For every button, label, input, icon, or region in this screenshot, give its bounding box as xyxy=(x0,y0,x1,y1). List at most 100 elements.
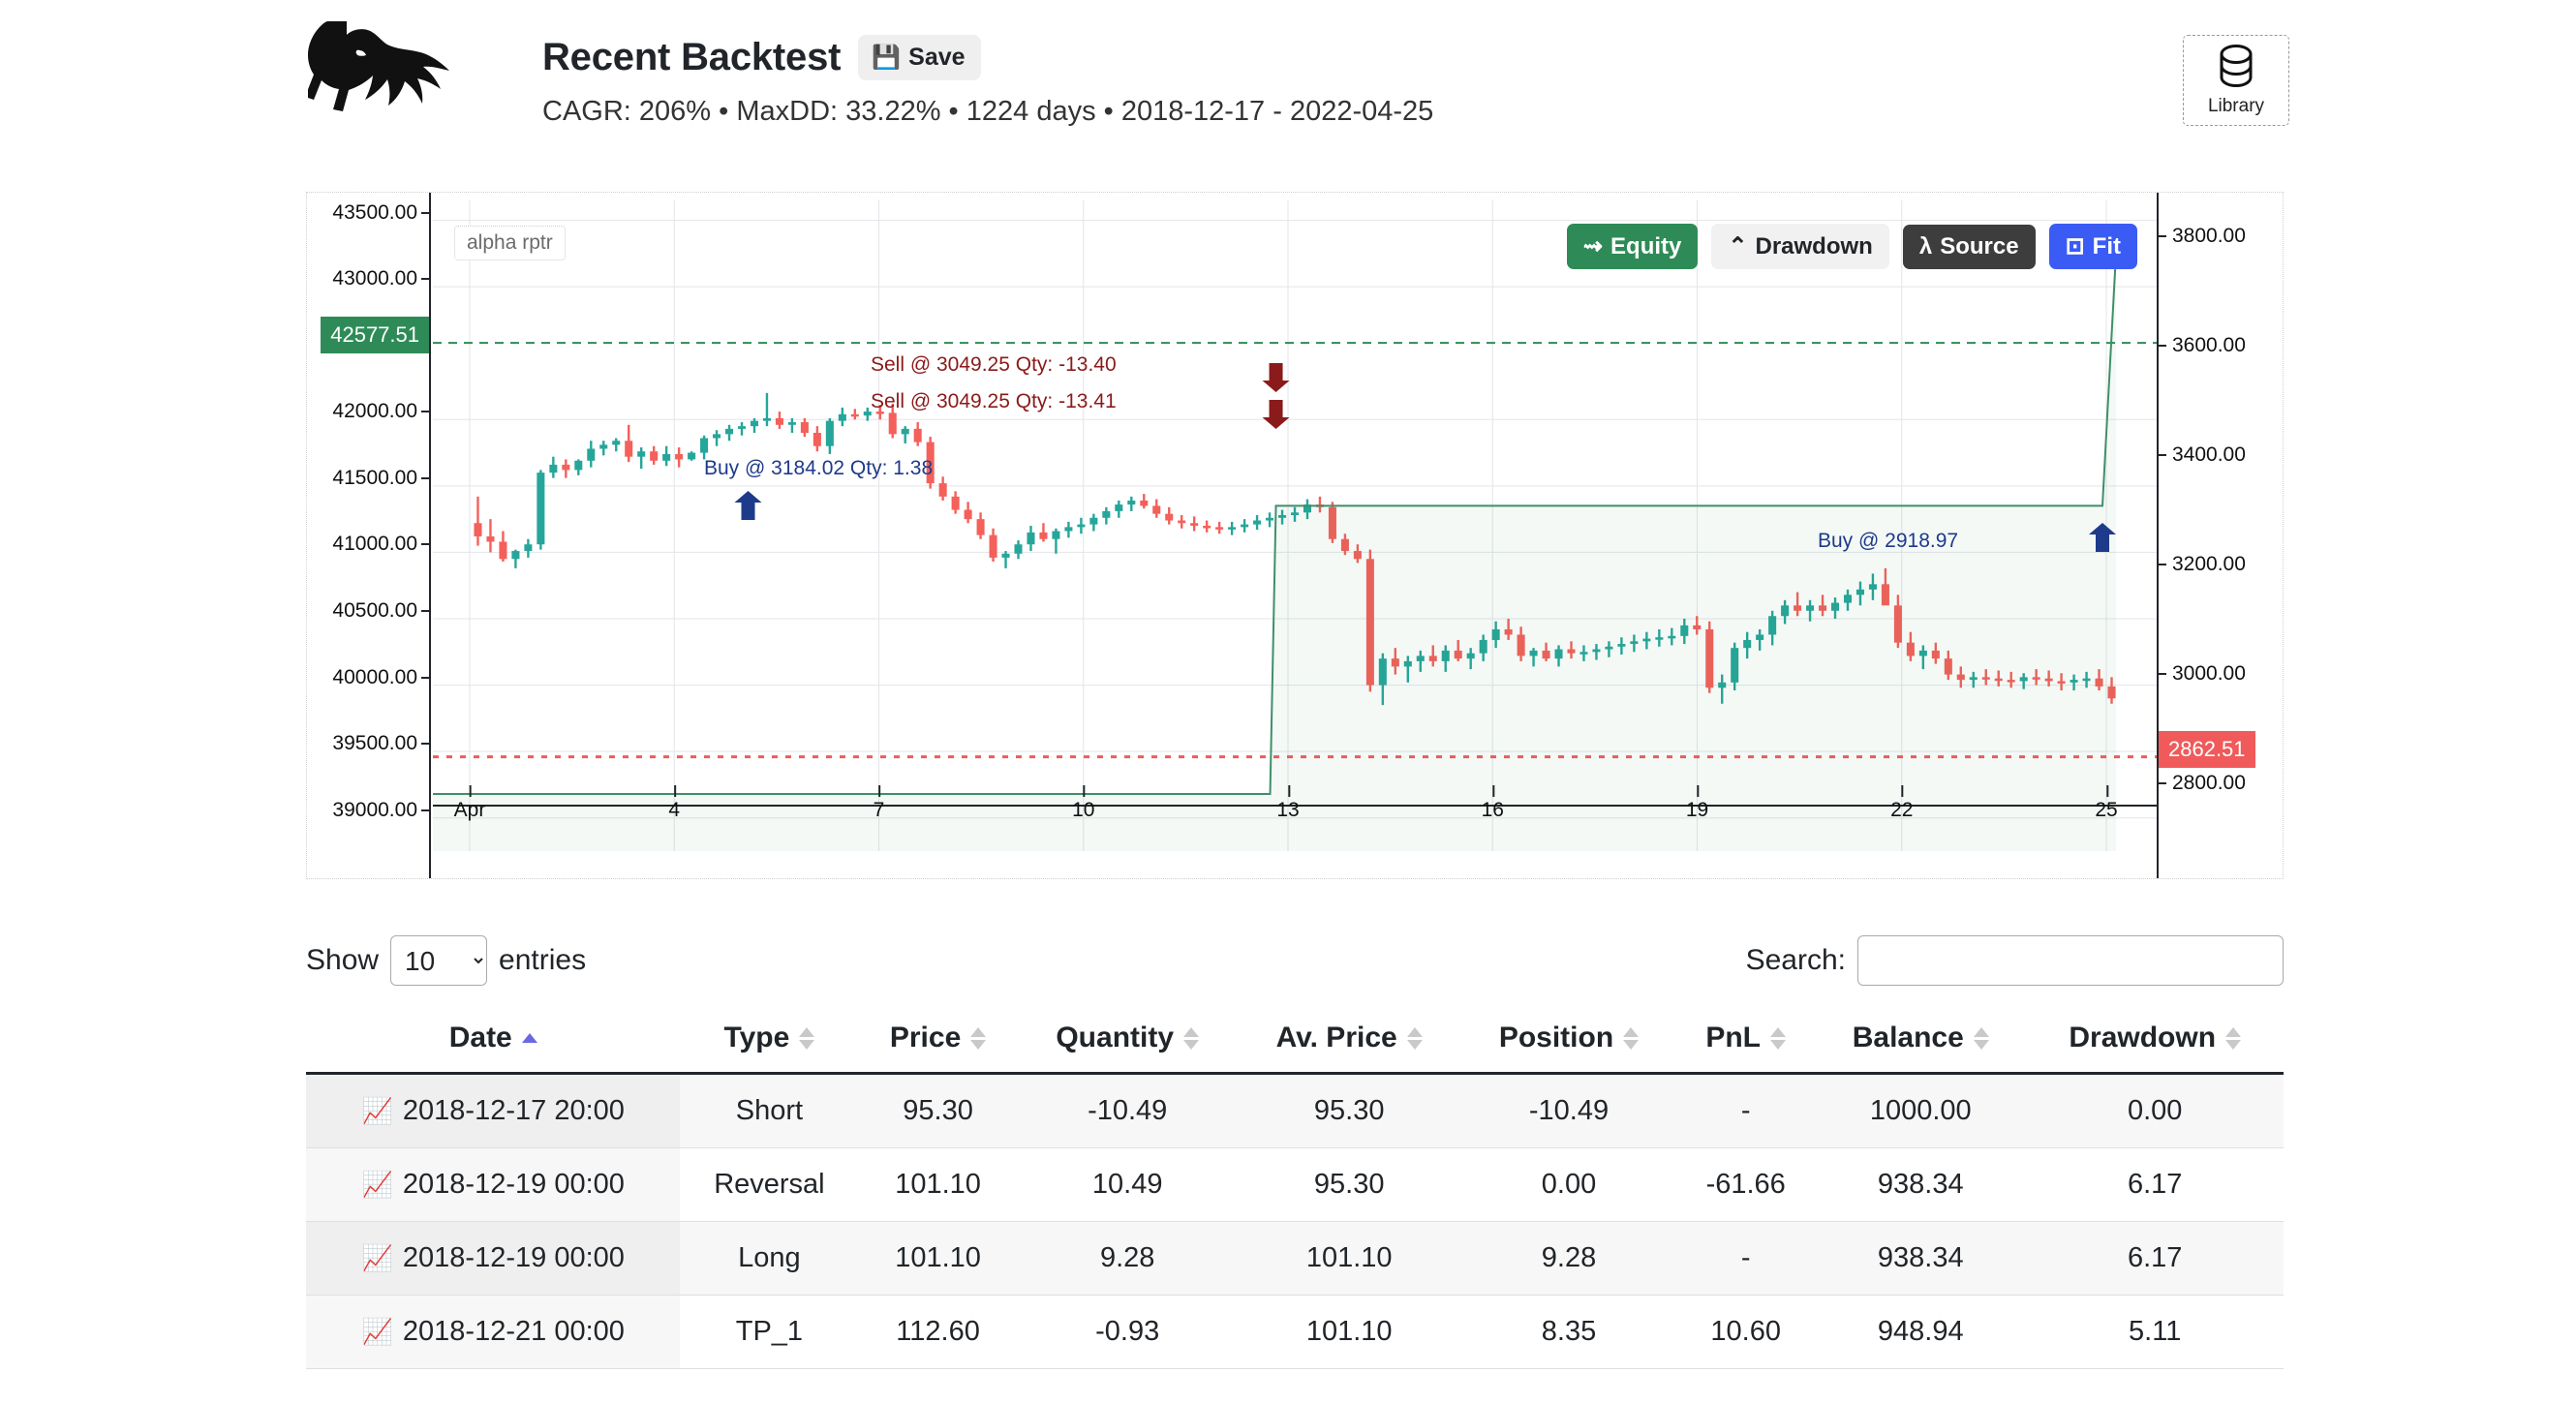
table-row[interactable]: 📈2018-12-21 00:00TP_1112.60-0.93101.108.… xyxy=(306,1296,2284,1369)
annotation-buy-2: Buy @ 2918.97 xyxy=(1818,530,1958,553)
cell-av-price: 101.10 xyxy=(1238,1296,1461,1369)
annotation-sell-1: Sell @ 3049.25 Qty: -13.40 xyxy=(871,353,1117,377)
search-input[interactable] xyxy=(1857,935,2284,986)
cell-position: -10.49 xyxy=(1461,1074,1676,1148)
column-header-quantity[interactable]: Quantity xyxy=(1018,1012,1238,1074)
column-header-date[interactable]: Date xyxy=(306,1012,680,1074)
right-axis-tick: 3200.00 xyxy=(2172,553,2246,576)
left-axis-tick: 41500.00 xyxy=(332,467,417,490)
left-axis-tick-mark xyxy=(421,809,431,811)
trades-table-section: Show 102550100 entries Search: DateType P… xyxy=(306,925,2284,1369)
left-axis-tick: 39500.00 xyxy=(332,732,417,755)
cell-pnl: - xyxy=(1676,1222,1815,1296)
page-title: Recent Backtest xyxy=(542,36,841,79)
database-stack-icon xyxy=(2214,44,2258,92)
cell-date: 📈2018-12-19 00:00 xyxy=(306,1222,680,1296)
left-axis-tick-mark xyxy=(421,212,431,214)
column-header-type[interactable]: Type xyxy=(680,1012,858,1074)
cell-date-text: 2018-12-17 20:00 xyxy=(403,1095,625,1126)
right-axis-tick: 3800.00 xyxy=(2172,225,2246,248)
column-header-drawdown[interactable]: Drawdown xyxy=(2026,1012,2284,1074)
column-header-pnl[interactable]: PnL xyxy=(1676,1012,1815,1074)
column-header-label: Quantity xyxy=(1056,1022,1174,1054)
sell-marker-arrow-2 xyxy=(1263,400,1290,429)
cell-price: 101.10 xyxy=(858,1222,1017,1296)
column-header-av-price[interactable]: Av. Price xyxy=(1238,1012,1461,1074)
peak-arc-icon: ⌃ xyxy=(1728,232,1747,260)
wave-line-icon: ⇝ xyxy=(1583,232,1603,260)
column-header-position[interactable]: Position xyxy=(1461,1012,1676,1074)
right-axis-tick-mark xyxy=(2157,564,2166,565)
dinosaur-logo xyxy=(308,21,473,157)
sort-arrows-icon[interactable] xyxy=(1407,1027,1423,1050)
sort-arrows-icon[interactable] xyxy=(2225,1027,2241,1050)
sort-arrows-icon[interactable] xyxy=(522,1033,537,1043)
sort-arrows-icon[interactable] xyxy=(970,1027,986,1050)
drawdown-toggle-label: Drawdown xyxy=(1755,233,1872,260)
sort-arrows-icon[interactable] xyxy=(799,1027,814,1050)
source-button[interactable]: λ Source xyxy=(1903,225,2036,269)
equity-toggle-button[interactable]: ⇝ Equity xyxy=(1567,224,1698,269)
left-axis-tick-mark xyxy=(421,411,431,412)
left-axis-tick-mark xyxy=(421,743,431,745)
right-axis-marker-badge: 2862.51 xyxy=(2159,731,2255,768)
sort-arrows-icon[interactable] xyxy=(1770,1027,1786,1050)
fit-frame-icon: ⊡ xyxy=(2066,232,2085,260)
right-axis-tick-mark xyxy=(2157,782,2166,784)
cell-position: 8.35 xyxy=(1461,1296,1676,1369)
column-header-label: PnL xyxy=(1705,1022,1761,1054)
cell-drawdown: 6.17 xyxy=(2026,1148,2284,1222)
cell-av-price: 95.30 xyxy=(1238,1148,1461,1222)
right-axis-tick: 3600.00 xyxy=(2172,334,2246,357)
cell-drawdown: 6.17 xyxy=(2026,1222,2284,1296)
column-header-label: Position xyxy=(1499,1022,1613,1054)
table-controls: Show 102550100 entries Search: xyxy=(306,925,2284,996)
cell-quantity: 10.49 xyxy=(1018,1148,1238,1222)
column-header-price[interactable]: Price xyxy=(858,1012,1017,1074)
column-header-label: Balance xyxy=(1853,1022,1964,1054)
trades-table-head: DateType Price Quantity Av. Price Position Pn… xyxy=(306,1012,2284,1074)
cell-drawdown: 5.11 xyxy=(2026,1296,2284,1369)
annotation-buy-1: Buy @ 3184.02 Qty: 1.38 xyxy=(704,457,933,480)
cell-balance: 938.34 xyxy=(1815,1148,2026,1222)
library-button[interactable]: Library xyxy=(2183,35,2289,126)
table-row[interactable]: 📈2018-12-19 00:00Long101.109.28101.109.2… xyxy=(306,1222,2284,1296)
left-price-axis: 43500.0043000.0042000.0041500.0041000.00… xyxy=(307,193,431,878)
show-entries-control: Show 102550100 entries xyxy=(306,935,586,986)
table-row[interactable]: 📈2018-12-17 20:00Short95.30-10.4995.30-1… xyxy=(306,1074,2284,1148)
right-axis-tick-mark xyxy=(2157,345,2166,347)
cell-position: 9.28 xyxy=(1461,1222,1676,1296)
column-header-balance[interactable]: Balance xyxy=(1815,1012,2026,1074)
cell-date-text: 2018-12-19 00:00 xyxy=(403,1169,625,1200)
column-header-label: Price xyxy=(890,1022,961,1054)
sort-arrows-icon[interactable] xyxy=(1183,1027,1199,1050)
x-axis-tick: 4 xyxy=(668,799,680,822)
sort-arrows-icon[interactable] xyxy=(1974,1027,1989,1050)
cell-price: 95.30 xyxy=(858,1074,1017,1148)
show-label: Show xyxy=(306,944,379,977)
chart-plot-area[interactable]: alpha rptr ⇝ Equity ⌃ Drawdown λ Source … xyxy=(433,200,2157,851)
cell-date-text: 2018-12-19 00:00 xyxy=(403,1242,625,1273)
cell-drawdown: 0.00 xyxy=(2026,1074,2284,1148)
chart-increasing-icon: 📈 xyxy=(362,1170,393,1199)
save-button[interactable]: 💾 Save xyxy=(858,35,980,80)
x-axis-tick: 10 xyxy=(1072,799,1094,822)
right-axis-tick-mark xyxy=(2157,673,2166,675)
cell-date: 📈2018-12-17 20:00 xyxy=(306,1074,680,1148)
equity-chart[interactable]: 43500.0043000.0042000.0041500.0041000.00… xyxy=(306,192,2284,879)
cell-date-text: 2018-12-21 00:00 xyxy=(403,1316,625,1347)
page-size-select[interactable]: 102550100 xyxy=(390,935,487,986)
cell-type: TP_1 xyxy=(680,1296,858,1369)
right-axis-tick-mark xyxy=(2157,454,2166,456)
right-price-axis: 3800.003600.003400.003200.003000.002800.… xyxy=(2157,193,2283,878)
column-header-label: Drawdown xyxy=(2069,1022,2216,1054)
sort-arrows-icon[interactable] xyxy=(1623,1027,1639,1050)
right-axis-tick: 3400.00 xyxy=(2172,443,2246,467)
chart-toolbar[interactable]: ⇝ Equity ⌃ Drawdown λ Source ⊡ Fit xyxy=(1567,224,2137,269)
fit-button[interactable]: ⊡ Fit xyxy=(2049,224,2137,269)
cell-type: Reversal xyxy=(680,1148,858,1222)
table-row[interactable]: 📈2018-12-19 00:00Reversal101.1010.4995.3… xyxy=(306,1148,2284,1222)
drawdown-toggle-button[interactable]: ⌃ Drawdown xyxy=(1711,224,1888,269)
trades-table: DateType Price Quantity Av. Price Position Pn… xyxy=(306,1012,2284,1369)
floppy-disk-icon: 💾 xyxy=(872,46,901,70)
